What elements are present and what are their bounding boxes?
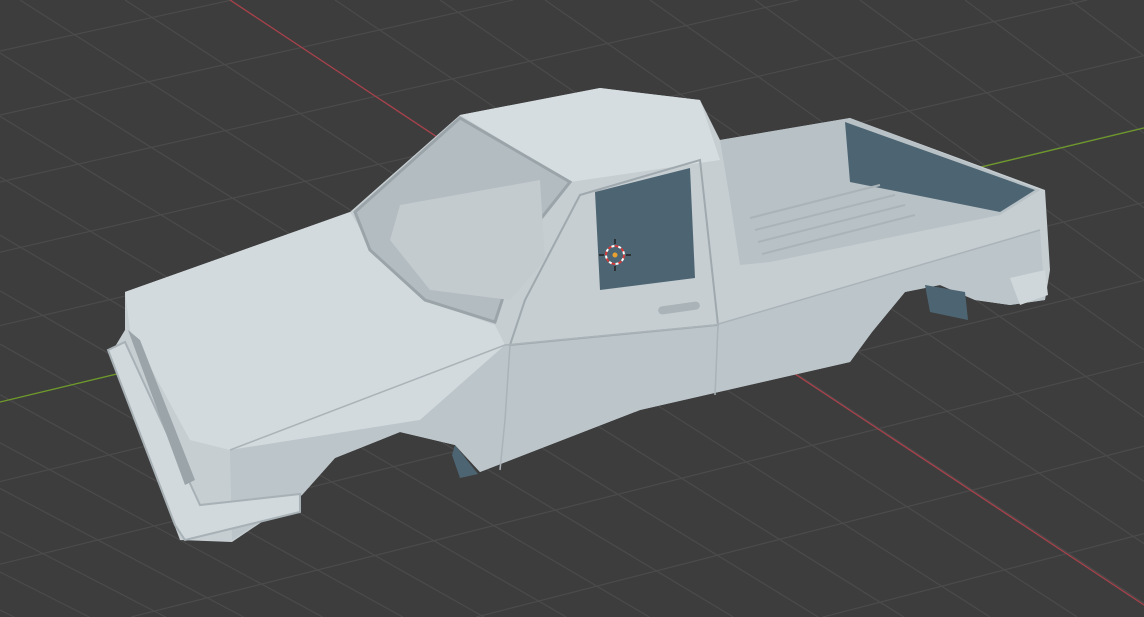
grid-line <box>0 530 166 617</box>
viewport-canvas[interactable] <box>0 0 1144 617</box>
car-model[interactable] <box>106 88 1050 542</box>
grid-line <box>0 571 90 617</box>
grid-line <box>0 0 232 52</box>
grid-line <box>0 609 15 617</box>
grid-line <box>964 0 1144 134</box>
grid-line <box>1069 0 1144 57</box>
grid-line <box>476 445 1144 617</box>
grid-line <box>822 533 1144 617</box>
3d-viewport[interactable] <box>0 0 1144 617</box>
